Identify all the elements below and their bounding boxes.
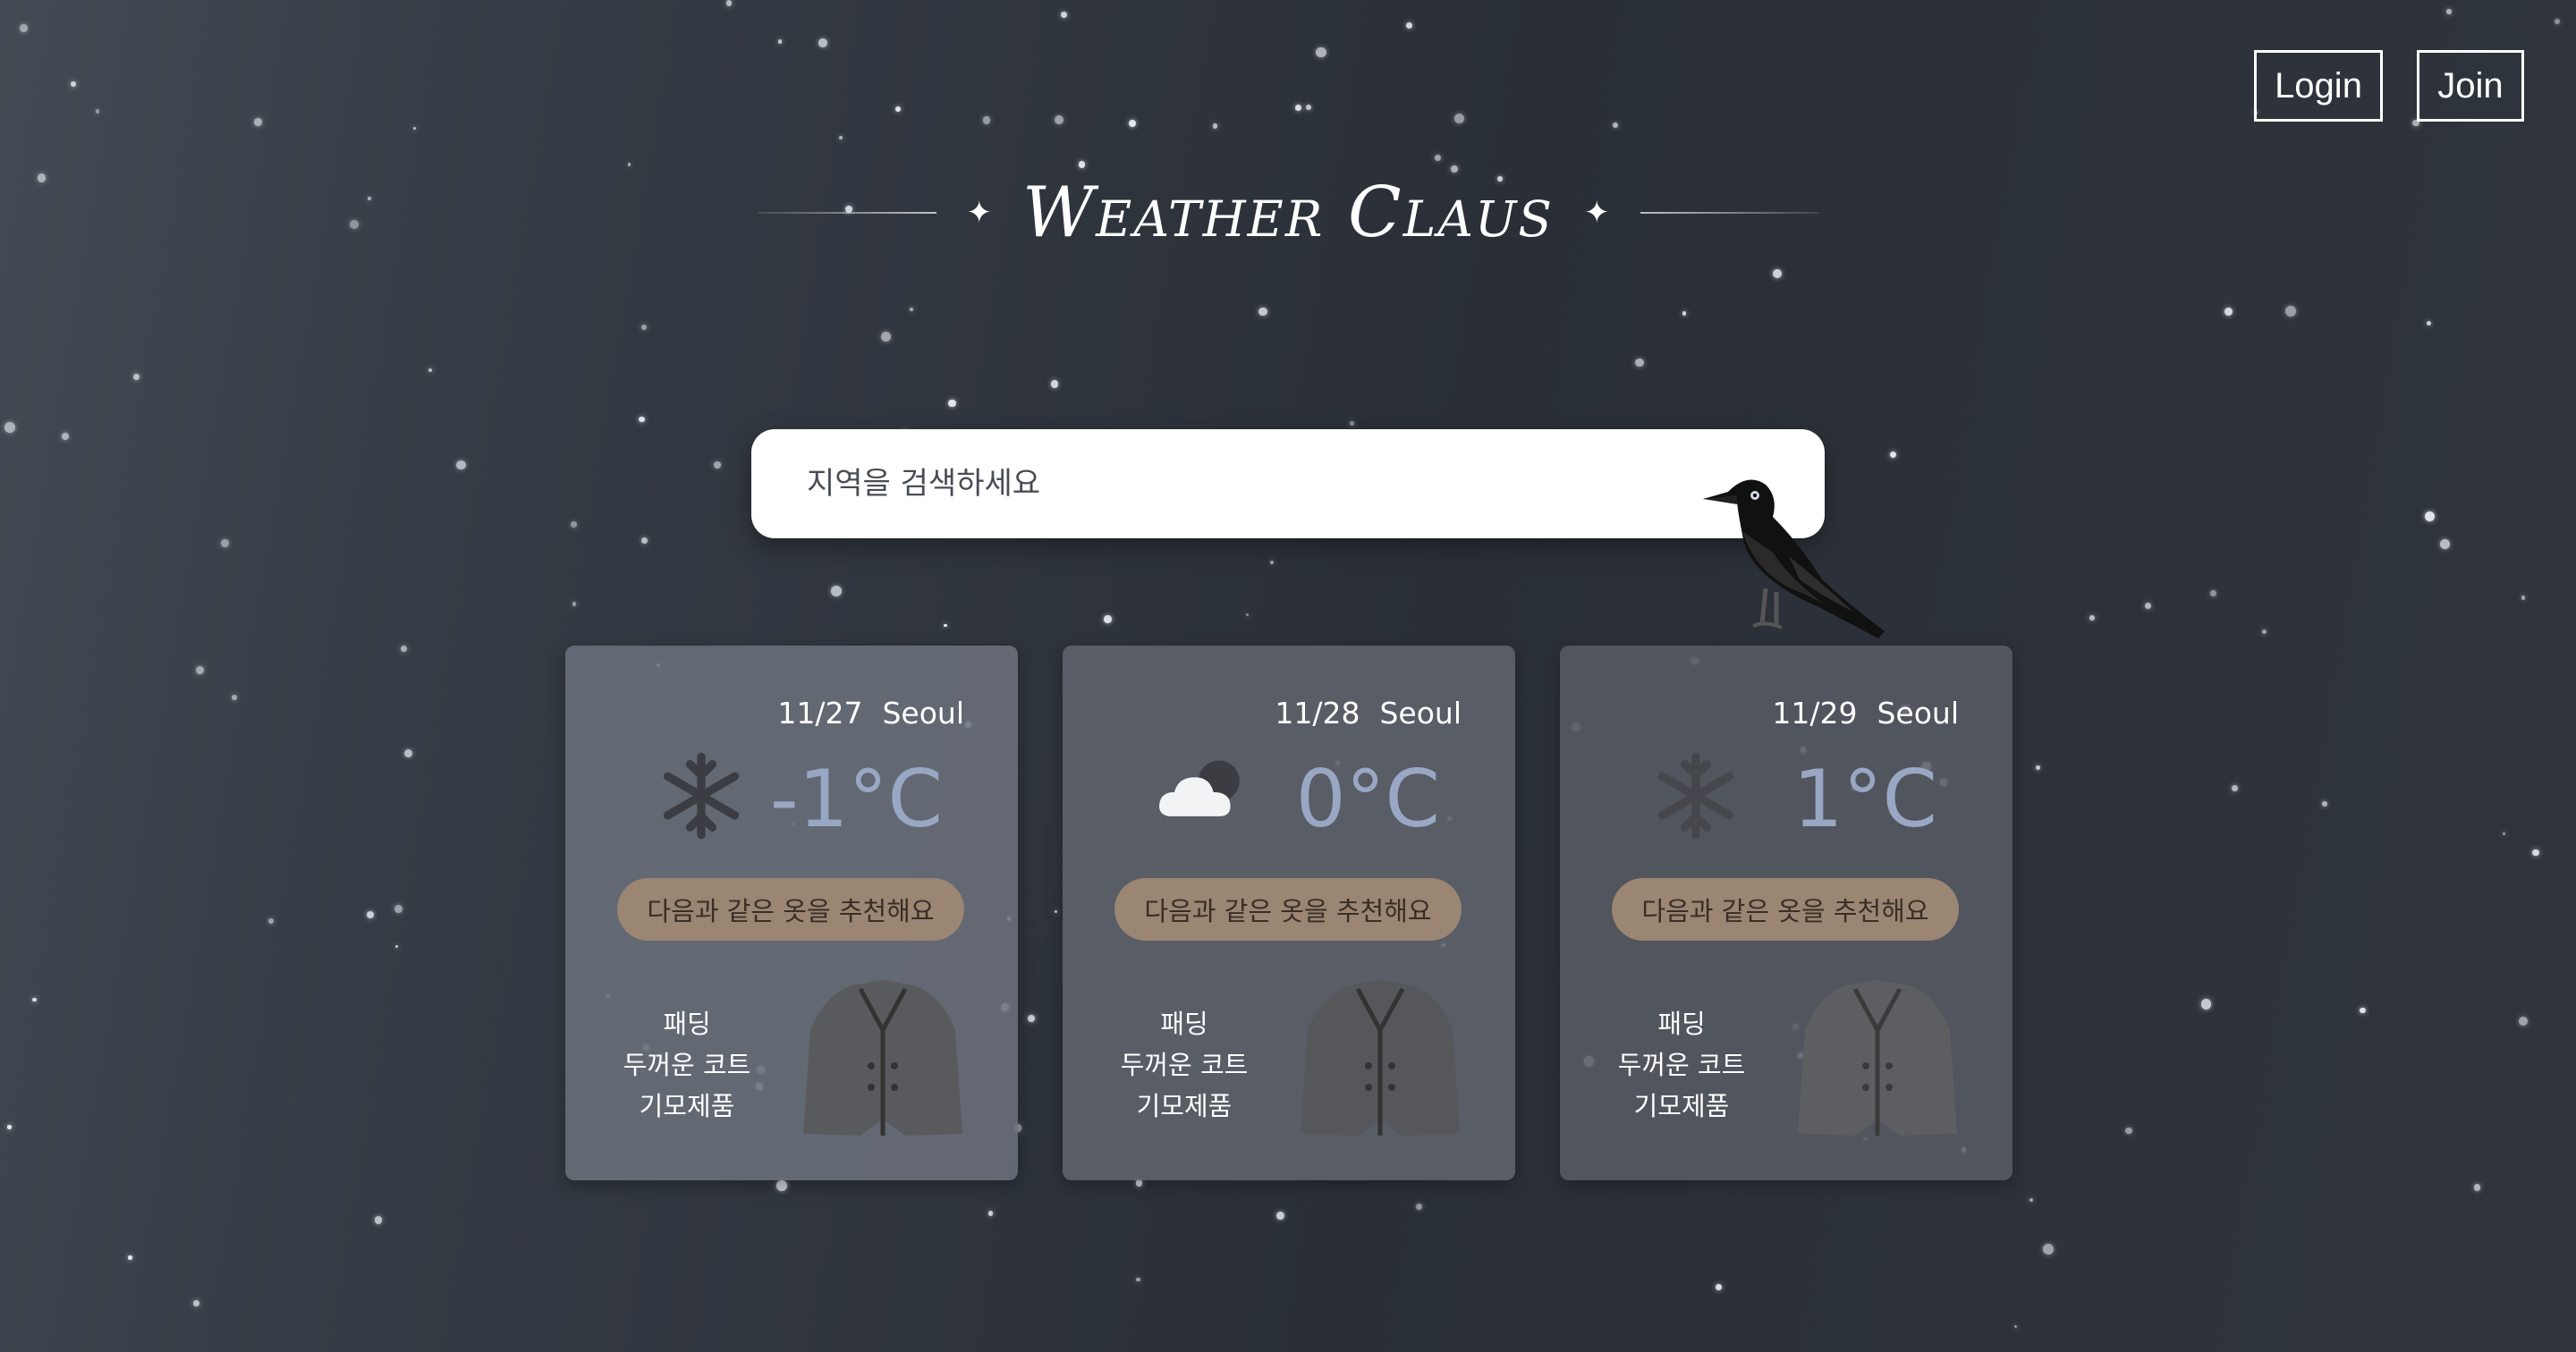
- clothes-list: 패딩 두꺼운 코트 기모제품: [1610, 1003, 1753, 1127]
- clothes-list: 패딩 두꺼운 코트 기모제품: [1113, 1003, 1256, 1127]
- search-input[interactable]: [805, 465, 1596, 503]
- recommend-label: 다음과 같은 옷을 추천해요: [1114, 878, 1462, 941]
- coat-icon: [1798, 980, 1957, 1136]
- forecast-date: 11/27: [777, 696, 863, 731]
- logo-divider-left: [757, 212, 936, 214]
- forecast-city: Seoul: [1379, 696, 1462, 731]
- clothes-list: 패딩 두꺼운 코트 기모제품: [615, 1003, 758, 1127]
- cloud-rain-icon: [1159, 760, 1240, 841]
- sparkle-icon: ✦: [1584, 195, 1610, 231]
- temperature: -1°C: [769, 753, 943, 845]
- join-button[interactable]: Join: [2417, 50, 2524, 122]
- coat-icon: [1301, 980, 1460, 1136]
- clothes-item: 두꺼운 코트: [1617, 1050, 1746, 1080]
- clothes-item: 두꺼운 코트: [1120, 1050, 1249, 1080]
- forecast-city: Seoul: [882, 696, 964, 731]
- recommend-label: 다음과 같은 옷을 추천해요: [1612, 878, 1959, 941]
- clothes-item: 기모제품: [1633, 1091, 1730, 1121]
- card-header: 11/27 Seoul: [777, 696, 964, 731]
- clothes-item: 기모제품: [1136, 1091, 1233, 1121]
- sparkle-icon: ✦: [966, 195, 993, 231]
- forecast-card: 11/27 Seoul -1°C 다음과 같은 옷을 추천해요 패딩 두꺼운 코…: [565, 646, 1018, 1180]
- site-logo: ✦ Weather Claus ✦: [742, 159, 1834, 266]
- forecast-card: 11/28 Seoul 0°C 다음과 같은 옷을 추천해요 패딩 두꺼운 코트…: [1063, 646, 1515, 1180]
- logo-divider-right: [1640, 212, 1819, 214]
- login-button[interactable]: Login: [2254, 50, 2383, 122]
- forecast-city: Seoul: [1877, 696, 1959, 731]
- snowflake-icon: [1657, 752, 1734, 840]
- forecast-card: 11/29 Seoul 1°C 다음과 같은 옷을 추천해요 패딩 두꺼운 코트…: [1560, 646, 2012, 1180]
- search-bar[interactable]: [751, 429, 1825, 538]
- clothes-item: 패딩: [1160, 1009, 1208, 1039]
- recommend-label: 다음과 같은 옷을 추천해요: [617, 878, 964, 941]
- logo-title: Weather Claus: [1022, 173, 1554, 253]
- card-header: 11/28 Seoul: [1275, 696, 1462, 731]
- clothes-item: 패딩: [1657, 1009, 1706, 1039]
- clothes-item: 기모제품: [639, 1091, 735, 1121]
- temperature: 1°C: [1792, 753, 1937, 845]
- forecast-date: 11/28: [1275, 696, 1360, 731]
- temperature: 0°C: [1295, 753, 1440, 845]
- card-header: 11/29 Seoul: [1772, 696, 1959, 731]
- clothes-item: 패딩: [663, 1009, 711, 1039]
- snowflake-icon: [663, 752, 740, 840]
- crow-icon: [1703, 479, 1885, 638]
- coat-icon: [803, 980, 962, 1136]
- clothes-item: 두꺼운 코트: [623, 1050, 751, 1080]
- forecast-date: 11/29: [1772, 696, 1858, 731]
